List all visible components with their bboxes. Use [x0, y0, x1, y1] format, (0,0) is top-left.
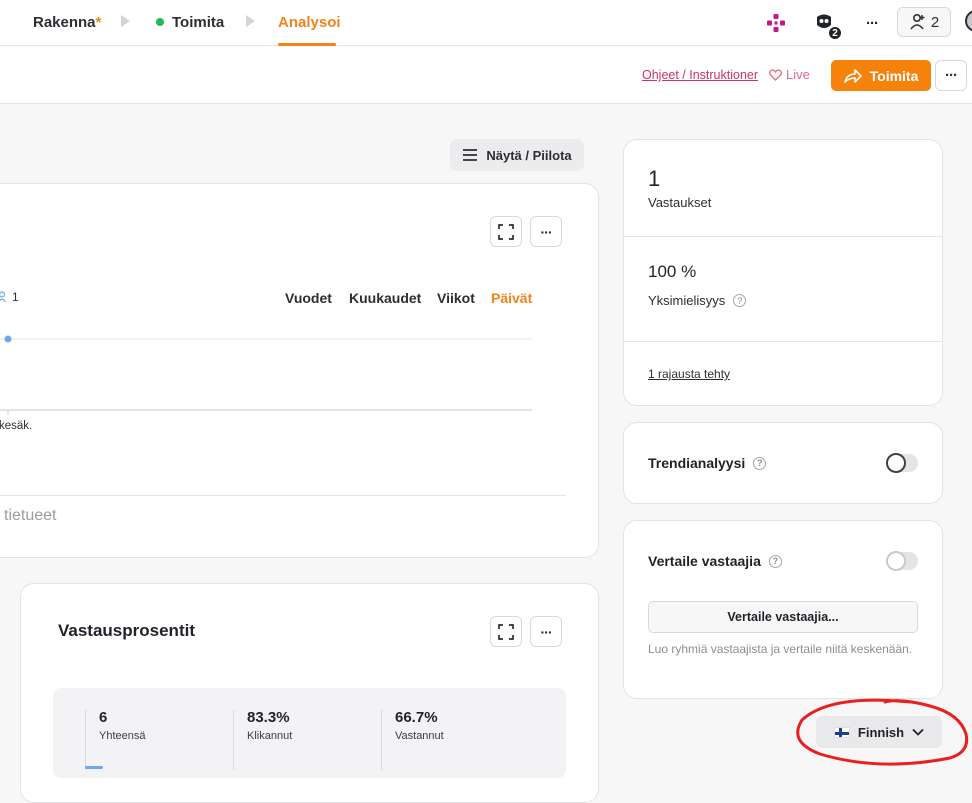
collaborators-count: 2 — [930, 13, 940, 31]
toggle-knob — [886, 453, 906, 473]
share-arrow-icon — [843, 68, 862, 83]
step-analyze[interactable]: Analysoi — [278, 14, 341, 31]
show-hide-button[interactable]: Näytä / Piilota — [450, 139, 584, 171]
heart-icon — [769, 68, 782, 81]
step-deliver[interactable]: Toimita — [156, 14, 224, 31]
step-build[interactable]: Rakenna* — [33, 14, 101, 31]
avatar[interactable] — [965, 10, 972, 32]
expand-icon — [498, 623, 514, 640]
collaborators-button[interactable]: 2 — [897, 7, 951, 37]
period-years[interactable]: Vuodet — [285, 290, 332, 306]
response-rates-title: Vastausprosentit — [58, 621, 195, 640]
toggle-knob — [886, 551, 906, 571]
compare-toggle[interactable] — [886, 551, 918, 571]
stat-clicked-value: 83.3% — [247, 709, 290, 726]
stat-total-value: 6 — [99, 709, 108, 726]
card-options-button[interactable]: ··· — [530, 216, 562, 247]
status-dot-icon — [156, 18, 164, 27]
respondent-count-value: 1 — [12, 290, 19, 304]
integrations-icon[interactable] — [766, 10, 786, 36]
divider — [624, 341, 942, 342]
period-days[interactable]: Päivät — [491, 290, 532, 306]
notification-badge: 2 — [827, 25, 843, 41]
filters-link[interactable]: 1 rajausta tehty — [648, 367, 730, 381]
trend-label: Trendianalyysi — [648, 455, 746, 471]
options-button[interactable]: ··· — [935, 60, 967, 91]
respondent-count: 1 — [0, 290, 19, 304]
menu-lines-icon — [463, 149, 478, 161]
agreement-value: 100 % — [648, 262, 697, 281]
agreement-row: Yksimielisyys? — [648, 293, 747, 308]
fullscreen-button[interactable] — [490, 216, 522, 247]
person-icon — [0, 291, 6, 303]
help-icon[interactable]: ? — [768, 554, 782, 568]
live-indicator[interactable]: Live — [769, 67, 810, 82]
help-icon[interactable]: ? — [733, 294, 747, 308]
trend-row: Trendianalyysi? — [648, 455, 767, 471]
divider — [0, 495, 566, 496]
compare-row: Vertaile vastaajia? — [648, 553, 782, 569]
responses-value: 1 — [648, 166, 661, 191]
help-icon[interactable]: ? — [753, 456, 767, 470]
top-navigation: Rakenna* Toimita Analysoi 2 ··· 2 — [0, 0, 972, 46]
agreement-label: Yksimielisyys — [648, 293, 726, 308]
stat-divider — [233, 710, 234, 770]
step-analyze-label: Analysoi — [278, 14, 341, 31]
share-button[interactable]: Toimita — [831, 60, 931, 91]
stat-answered-value: 66.7% — [395, 709, 438, 726]
share-label: Toimita — [869, 67, 919, 84]
compare-label: Vertaile vastaajia — [648, 553, 761, 569]
records-label: tietueet — [4, 507, 57, 524]
annotation-circle — [796, 698, 969, 766]
expand-icon — [498, 223, 514, 240]
compare-hint: Luo ryhmiä vastaajista ja vertaile niitä… — [648, 642, 913, 656]
action-bar — [0, 47, 972, 104]
live-label: Live — [786, 67, 810, 82]
chevron-right-icon — [246, 15, 255, 27]
divider — [624, 236, 942, 237]
step-deliver-label: Toimita — [172, 14, 225, 31]
stat-divider — [381, 710, 382, 770]
stat-clicked-label: Klikannut — [247, 730, 293, 742]
active-step-indicator — [278, 43, 336, 46]
chevron-right-icon — [121, 15, 130, 27]
step-build-label: Rakenna — [33, 14, 96, 31]
stat-total-label: Yhteensä — [99, 730, 146, 742]
x-axis-tick: kesäk. — [0, 420, 33, 432]
more-menu-icon[interactable]: ··· — [862, 10, 882, 36]
stat-answered-label: Vastannut — [395, 730, 444, 742]
instructions-link[interactable]: Ohjeet / Instruktioner — [642, 68, 758, 82]
fullscreen-button[interactable] — [490, 616, 522, 647]
period-weeks[interactable]: Viikot — [437, 290, 475, 306]
card-options-button[interactable]: ··· — [530, 616, 562, 647]
compare-respondents-button[interactable]: Vertaile vastaajia... — [648, 601, 918, 633]
stat-divider — [85, 710, 86, 770]
responses-label: Vastaukset — [648, 195, 712, 210]
period-months[interactable]: Kuukaudet — [349, 290, 421, 306]
trend-toggle[interactable] — [886, 453, 918, 473]
unsaved-marker: * — [95, 14, 102, 31]
data-point[interactable] — [4, 335, 12, 343]
add-user-icon — [910, 13, 925, 30]
timeline-chart — [0, 335, 532, 415]
show-hide-label: Näytä / Piilota — [486, 147, 572, 163]
